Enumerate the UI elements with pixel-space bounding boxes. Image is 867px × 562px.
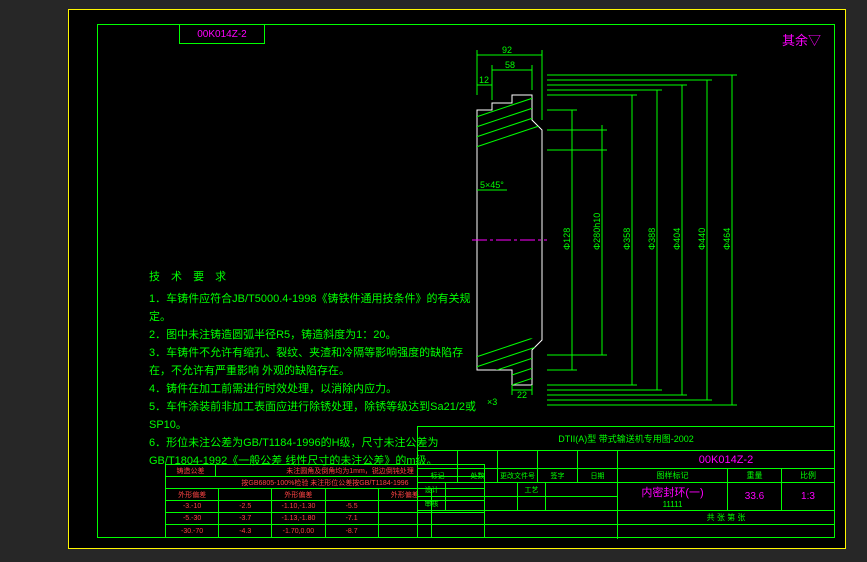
dim-dia-4: Φ404 (672, 228, 682, 250)
tol-cell: -5.-30 (166, 513, 219, 524)
part-number-text: 00K014Z-2 (197, 29, 246, 40)
sheet-info: 共 张 第 张 (618, 511, 834, 524)
tol-cell: -2.5 (219, 501, 272, 512)
dim-dia-1: Φ280h10 (592, 213, 602, 250)
tol-cell: -7.1 (326, 513, 379, 524)
surface-finish-note: 其余▽ (782, 30, 821, 49)
dim-top-3: 12 (479, 75, 489, 85)
tol-head-cell: 外形偏差 (166, 489, 219, 500)
dim-dia-2: Φ358 (622, 228, 632, 250)
dim-dia-3: Φ388 (647, 228, 657, 250)
dim-chamfer: 5×45° (480, 180, 504, 190)
tech-req-item: 4．铸件在加工前需进行时效处理，以消除内应力。 (149, 380, 479, 398)
scale-value: 1:3 (782, 483, 834, 510)
prop-label: 图样标记 (618, 469, 728, 482)
dim-dia-0: Φ128 (562, 228, 572, 250)
tol-header: 铸造公差 (166, 465, 216, 476)
weight-value: 33.6 (728, 483, 782, 510)
part-code: 00K014Z-2 (618, 451, 834, 468)
section-drawing: 92 58 12 5×45° 22 ×3 Φ128 Φ280h10 Φ358 Φ… (447, 40, 747, 410)
tol-cell: -30.-70 (166, 525, 219, 537)
dim-bot-2: ×3 (487, 397, 497, 407)
col-sig: 日期 (578, 469, 617, 482)
dim-top-2: 58 (505, 60, 515, 70)
tech-req-item: 1．车铸件应符合JB/T5000.4-1998《铸铁件通用技条件》的有关规定。 (149, 290, 479, 326)
dim-dia-6: Φ464 (722, 228, 732, 250)
dim-dia-5: Φ440 (697, 228, 707, 250)
tol-head-cell: 外形偏差 (272, 489, 325, 500)
tech-req-item: 3．车铸件不允许有缩孔、裂纹、夹渣和冷隔等影响强度的缺陷存在，不允许有严重影响 … (149, 344, 479, 380)
tech-req-item: 2．图中未注铸造圆弧半径R5，铸造斜度为1：20。 (149, 326, 479, 344)
tol-cell: -3.7 (219, 513, 272, 524)
tol-cell: -8.7 (326, 525, 379, 537)
tech-req-title: 技 术 要 求 (149, 268, 479, 286)
col-sig: 签字 (538, 469, 578, 482)
tol-cell: -5.5 (326, 501, 379, 512)
tol-head-cell (326, 489, 379, 500)
drawing-frame: 00K014Z-2 其余▽ (68, 9, 846, 549)
tol-head-cell (219, 489, 272, 500)
tol-cell: -4.3 (219, 525, 272, 537)
dim-bot-1: 22 (517, 390, 527, 400)
tol-cell: -1.70,0.00 (272, 525, 325, 537)
part-code2: 11111 (663, 500, 683, 509)
drawing-title: DTII(A)型 带式输送机专用图-2002 (418, 427, 834, 450)
tol-cell: -3.-10 (166, 501, 219, 512)
dim-top-1: 92 (502, 45, 512, 55)
prop-label: 重量 (728, 469, 782, 482)
part-name: 内密封环(一) (641, 484, 703, 500)
col-sig: 标记 (418, 469, 458, 482)
title-block: DTII(A)型 带式输送机专用图-2002 00K014Z-2 标记 处数 更 (417, 426, 835, 538)
row-label: 审核 (418, 497, 446, 510)
part-number-tag: 00K014Z-2 (179, 24, 265, 44)
col-sig: 处数 (458, 469, 498, 482)
row-label: 设计 (418, 483, 446, 496)
col-sig: 更改文件号 (498, 469, 538, 482)
tol-cell: -1.13,-1.80 (272, 513, 325, 524)
row-label: 工艺 (518, 483, 546, 496)
prop-label: 比例 (782, 469, 834, 482)
tol-cell: -1.10,-1.30 (272, 501, 325, 512)
